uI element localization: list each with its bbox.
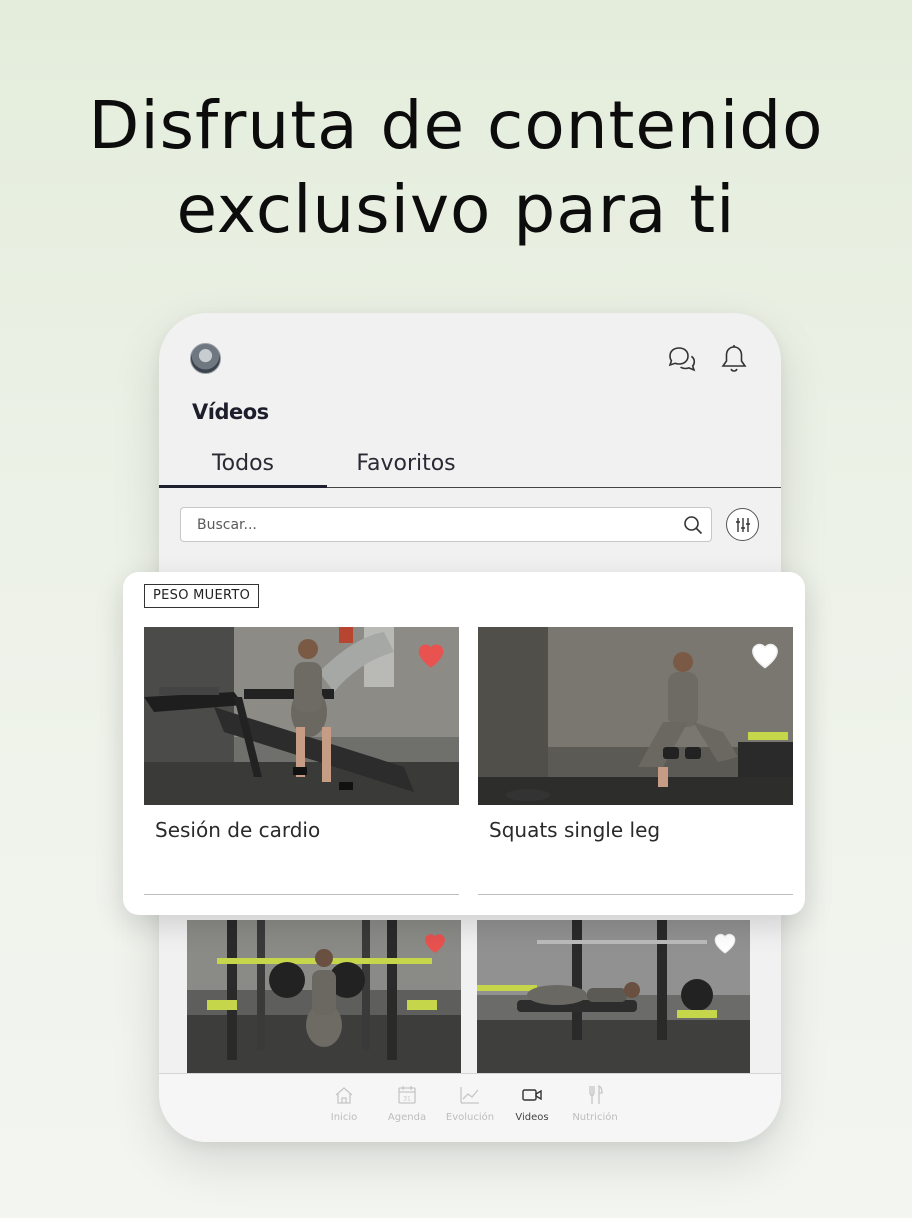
favorite-outline-heart-icon[interactable] — [748, 639, 782, 669]
nav-item-agenda[interactable]: 31 Agenda — [377, 1084, 437, 1123]
nav-item-evolucion[interactable]: Evolución — [440, 1084, 500, 1123]
video-title[interactable]: Squats single leg — [489, 818, 660, 842]
headline-line-1: Disfruta de contenido — [88, 87, 824, 164]
avatar[interactable] — [190, 343, 221, 374]
calendar-icon: 31 — [398, 1086, 416, 1104]
video-thumbnail-cardio[interactable] — [144, 627, 459, 805]
nav-label: Videos — [515, 1112, 549, 1123]
filter-button[interactable] — [726, 508, 759, 541]
nav-label: Agenda — [387, 1112, 427, 1123]
video-thumbnail-squats[interactable] — [478, 627, 793, 805]
headline: Disfruta de contenido exclusivo para ti — [0, 84, 912, 252]
nav-item-videos[interactable]: Videos — [502, 1084, 562, 1123]
video-category-card: PESO MUERTO Sesión de cardio Squats sing… — [123, 572, 805, 915]
divider — [144, 894, 459, 895]
chat-icon[interactable] — [666, 343, 698, 375]
home-icon — [335, 1087, 353, 1104]
favorite-heart-icon[interactable] — [414, 639, 448, 669]
video-thumbnail-squat-rack[interactable] — [187, 920, 461, 1073]
calendar-day: 31 — [403, 1096, 411, 1103]
favorite-heart-icon[interactable] — [421, 930, 449, 954]
bell-icon[interactable] — [718, 343, 750, 375]
nav-label: Nutrición — [572, 1112, 618, 1123]
category-badge: PESO MUERTO — [144, 584, 260, 608]
nav-label: Inicio — [330, 1112, 358, 1123]
tab-favoritos[interactable]: Favoritos — [322, 448, 490, 488]
favorite-outline-heart-icon[interactable] — [711, 930, 739, 954]
nav-item-inicio[interactable]: Inicio — [314, 1084, 374, 1123]
sliders-icon — [736, 518, 750, 532]
nav-item-nutricion[interactable]: Nutrición — [565, 1084, 625, 1123]
chart-icon — [460, 1087, 479, 1104]
video-title[interactable]: Sesión de cardio — [155, 818, 320, 842]
headline-line-2: exclusivo para ti — [176, 171, 736, 248]
video-thumbnail-bench-press[interactable] — [477, 920, 750, 1073]
tab-todos[interactable]: Todos — [159, 448, 327, 488]
bottom-navigation: Inicio 31 Agenda Evolución Videos Nutric… — [159, 1073, 781, 1142]
search-field[interactable]: Buscar... — [180, 507, 712, 542]
search-icon[interactable] — [683, 515, 703, 535]
search-placeholder: Buscar... — [197, 517, 257, 533]
page-title: Vídeos — [192, 400, 269, 424]
divider — [478, 894, 793, 895]
video-icon — [522, 1089, 542, 1101]
nav-label: Evolución — [445, 1112, 495, 1123]
cutlery-icon — [589, 1084, 603, 1104]
tab-bar: Todos Favoritos — [159, 448, 781, 488]
